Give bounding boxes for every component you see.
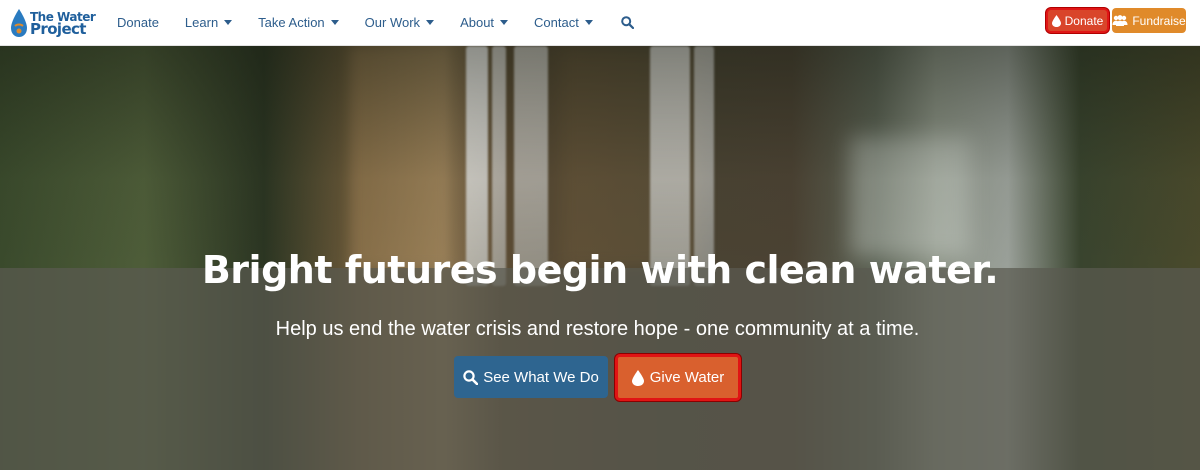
nav-donate-label: Donate <box>117 15 159 30</box>
nav-about[interactable]: About <box>460 15 509 30</box>
caret-down-icon <box>500 20 509 25</box>
water-drop-logo-icon <box>11 8 27 37</box>
header-donate-label: Donate <box>1064 13 1104 28</box>
nav-donate[interactable]: Donate <box>117 15 159 30</box>
hero-subheadline: Help us end the water crisis and restore… <box>275 318 920 340</box>
nav-learn[interactable]: Learn <box>184 15 233 30</box>
caret-down-icon <box>426 20 435 25</box>
hero-headline: Bright futures begin with clean water. <box>201 248 999 292</box>
search-icon <box>463 369 479 385</box>
nav-about-label: About <box>460 15 495 30</box>
nav-take-action[interactable]: Take Action <box>258 15 339 30</box>
header-fundraise-button[interactable]: Fundraise <box>1112 8 1186 33</box>
give-water-label: Give Water <box>649 369 725 386</box>
nav-our-work-label: Our Work <box>364 15 421 30</box>
caret-down-icon <box>330 20 339 25</box>
nav-take-action-label: Take Action <box>258 15 325 30</box>
nav-learn-label: Learn <box>184 15 219 30</box>
logo-wordmark: The Water Project <box>30 11 96 38</box>
see-what-we-do-button[interactable]: See What We Do <box>454 356 608 398</box>
see-what-we-do-label: See What We Do <box>483 368 599 386</box>
caret-down-icon <box>224 20 233 25</box>
header-fundraise-label: Fundraise <box>1132 13 1186 28</box>
hero-top-shade <box>0 46 1200 268</box>
nav-contact[interactable]: Contact <box>534 15 593 30</box>
nav-our-work[interactable]: Our Work <box>364 15 435 30</box>
group-users-icon <box>1112 15 1128 26</box>
water-drop-icon <box>1051 14 1061 27</box>
top-navigation: The Water Project Donate Learn Take Acti… <box>0 0 1200 46</box>
search-button[interactable] <box>621 16 634 29</box>
give-water-button[interactable]: Give Water <box>615 354 741 401</box>
main-menu: Donate Learn Take Action Our Work About … <box>117 0 634 46</box>
nav-contact-label: Contact <box>534 15 579 30</box>
header-donate-button[interactable]: Donate <box>1046 8 1109 33</box>
site-logo[interactable]: The Water Project <box>10 3 96 43</box>
caret-down-icon <box>584 20 593 25</box>
logo-line-2: Project <box>30 19 86 38</box>
water-drop-icon <box>631 369 644 386</box>
search-icon <box>621 16 634 29</box>
